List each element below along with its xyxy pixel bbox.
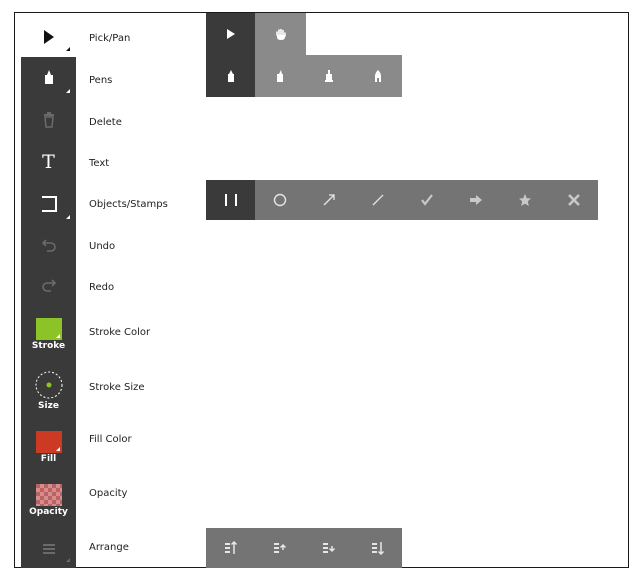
stamp-check[interactable] (402, 180, 451, 220)
size-caption: Size (38, 400, 59, 411)
objects-stamps-options (206, 180, 598, 220)
label-pens: Pens (89, 75, 113, 86)
stroke-color-swatch (35, 317, 62, 340)
pen-option-2[interactable] (255, 55, 304, 97)
stroke-size-icon (34, 370, 64, 400)
arrange-send-back[interactable] (353, 528, 402, 568)
opacity-caption: Opacity (29, 506, 68, 517)
marker-icon (275, 69, 285, 83)
send-backward-icon (322, 541, 336, 555)
stamp-cross[interactable] (549, 180, 598, 220)
pen-option-4[interactable] (353, 55, 402, 97)
label-opacity: Opacity (89, 488, 128, 499)
label-pick-pan: Pick/Pan (89, 33, 131, 44)
object-line[interactable] (353, 180, 402, 220)
bring-front-icon (224, 541, 238, 555)
stroke-color-tool[interactable]: Stroke (21, 309, 76, 359)
opacity-tool[interactable]: Opacity (21, 475, 76, 525)
object-rectangle[interactable] (206, 180, 255, 220)
arrow-stamp-icon (469, 193, 483, 207)
label-delete: Delete (89, 117, 122, 128)
object-arrow[interactable] (304, 180, 353, 220)
undo-icon (41, 238, 57, 252)
fill-caption: Fill (40, 453, 57, 464)
redo-tool[interactable] (21, 265, 76, 305)
undo-tool[interactable] (21, 225, 76, 265)
stamp-arrow[interactable] (451, 180, 500, 220)
trash-icon (42, 112, 56, 128)
pens-tool[interactable] (21, 57, 76, 99)
objects-stamps-tool[interactable] (21, 183, 76, 225)
label-undo: Undo (89, 241, 116, 252)
label-fill-color: Fill Color (89, 434, 132, 445)
cursor-icon (42, 29, 56, 45)
check-stamp-icon (420, 193, 434, 207)
pen-option-3[interactable] (304, 55, 353, 97)
label-arrange: Arrange (89, 542, 129, 553)
bring-forward-icon (273, 541, 287, 555)
cursor-icon (226, 28, 236, 40)
rectangle-icon (223, 193, 239, 207)
text-icon: T (42, 150, 55, 173)
line-icon (371, 193, 385, 207)
brush-icon (373, 69, 383, 83)
stroke-size-tool[interactable]: Size (21, 363, 76, 417)
cross-stamp-icon (567, 193, 581, 207)
label-stroke-size: Stroke Size (89, 382, 145, 393)
pen-option-1[interactable] (206, 55, 255, 97)
stroke-caption: Stroke (31, 340, 66, 351)
arrange-options (206, 528, 402, 568)
pan-option[interactable] (255, 13, 306, 55)
pick-pan-options (206, 13, 306, 55)
arrange-tool[interactable] (21, 530, 76, 568)
label-objects-stamps: Objects/Stamps (89, 199, 168, 210)
fill-color-tool[interactable]: Fill (21, 423, 76, 471)
label-redo: Redo (89, 282, 115, 293)
pens-options (206, 55, 402, 97)
fill-color-swatch (35, 430, 62, 453)
send-back-icon (371, 541, 385, 555)
arrange-bring-forward[interactable] (255, 528, 304, 568)
delete-tool[interactable] (21, 99, 76, 141)
circle-icon (273, 193, 287, 207)
text-tool[interactable]: T (21, 141, 76, 183)
object-circle[interactable] (255, 180, 304, 220)
label-stroke-color: Stroke Color (89, 327, 151, 338)
rectangle-icon (40, 195, 58, 213)
drawing-tools-panel: T Stroke Size Fill Opacity Pick/Pan Pens… (14, 12, 629, 568)
pen-icon (226, 69, 236, 83)
layers-icon (42, 542, 56, 556)
stamp-star[interactable] (500, 180, 549, 220)
pick-option[interactable] (206, 13, 255, 55)
star-stamp-icon (518, 193, 532, 207)
pen-icon (42, 69, 56, 87)
opacity-swatch (35, 483, 62, 506)
arrange-send-backward[interactable] (304, 528, 353, 568)
hand-icon (275, 28, 287, 41)
arrange-bring-front[interactable] (206, 528, 255, 568)
arrow-icon (322, 193, 336, 207)
redo-icon (41, 278, 57, 292)
toolbar: T Stroke Size Fill Opacity (21, 17, 76, 568)
highlighter-icon (324, 69, 334, 83)
label-text: Text (89, 158, 110, 169)
pick-pan-tool[interactable] (21, 17, 76, 57)
